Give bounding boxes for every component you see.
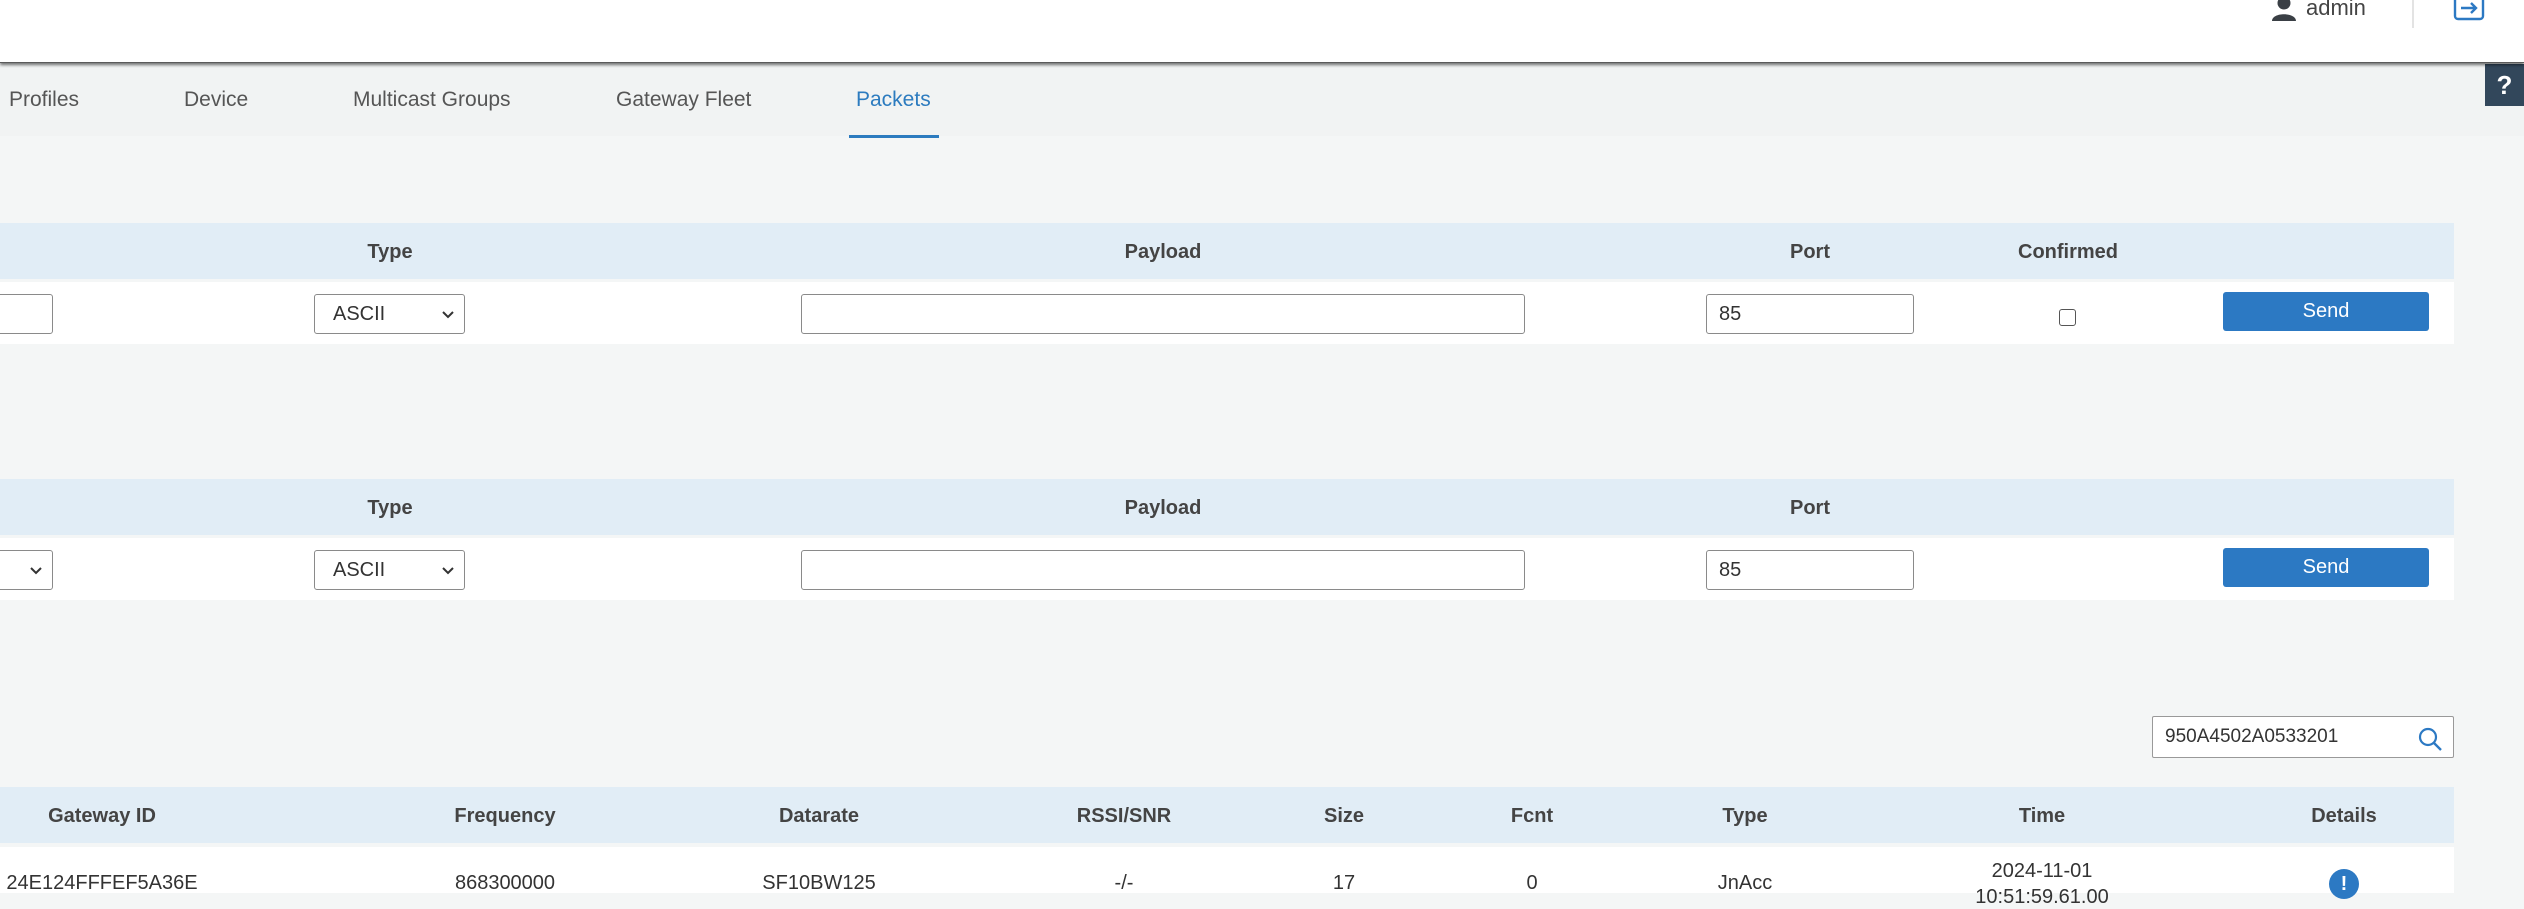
top-header: admin — [0, 0, 2524, 63]
tab-device[interactable]: Device — [184, 88, 248, 112]
form1-type-value: ASCII — [333, 303, 386, 325]
cell-datarate: SF10BW125 — [762, 872, 876, 894]
form2-input-row: ASCII 85 Send — [0, 538, 2454, 600]
help-button[interactable]: ? — [2485, 64, 2524, 106]
tab-gateway-fleet[interactable]: Gateway Fleet — [616, 88, 751, 112]
header-divider — [2412, 0, 2414, 28]
form2-port-input[interactable]: 85 — [1706, 550, 1914, 590]
form2-type-select[interactable]: ASCII — [314, 550, 465, 590]
form1-confirmed-checkbox[interactable] — [2059, 309, 2076, 326]
logout-icon — [2453, 0, 2485, 21]
form2-send-button[interactable]: Send — [2223, 548, 2429, 587]
form1-payload-header: Payload — [1124, 241, 1202, 263]
form1-send-button[interactable]: Send — [2223, 292, 2429, 331]
cell-time-date: 2024-11-01 — [1991, 860, 2093, 882]
form1-payload-input[interactable] — [801, 294, 1525, 334]
form2-port-header: Port — [1790, 497, 1830, 519]
form1-type-header: Type — [367, 241, 413, 263]
username: admin — [2306, 0, 2366, 20]
form1-header-row: Type Payload Port Confirmed — [0, 223, 2454, 279]
form2-type-value: ASCII — [333, 559, 386, 581]
form2-payload-input[interactable] — [801, 550, 1525, 590]
col-details: Details — [2311, 805, 2377, 827]
form1-port-input[interactable]: 85 — [1706, 294, 1914, 334]
user-menu[interactable]: admin — [2270, 0, 2366, 22]
user-icon — [2272, 0, 2296, 21]
help-icon: ? — [2496, 69, 2513, 100]
tab-profiles[interactable]: Profiles — [9, 88, 79, 112]
chevron-down-icon — [442, 567, 454, 575]
tab-multicast-groups[interactable]: Multicast Groups — [353, 88, 511, 112]
col-size: Size — [1323, 805, 1365, 827]
form1-port-header: Port — [1790, 241, 1830, 263]
col-type: Type — [1722, 805, 1768, 827]
cell-type: JnAcc — [1717, 872, 1773, 894]
col-fcnt: Fcnt — [1510, 805, 1554, 827]
details-info-icon[interactable]: ! — [2329, 869, 2359, 899]
chevron-down-icon — [30, 567, 42, 575]
search-icon[interactable] — [2417, 726, 2443, 752]
active-tab-indicator — [849, 135, 939, 138]
logout-button[interactable] — [2452, 0, 2486, 29]
packets-table-header: Gateway ID Frequency Datarate RSSI/SNR S… — [0, 787, 2454, 843]
cell-rssi-snr: -/- — [1114, 872, 1134, 894]
form2-group-select[interactable] — [0, 550, 53, 590]
chevron-down-icon — [442, 311, 454, 319]
form2-type-header: Type — [367, 497, 413, 519]
nav-tabs: Profiles Device Multicast Groups Gateway… — [0, 64, 2524, 138]
search-input[interactable]: 950A4502A0533201 — [2165, 726, 2338, 748]
form2-payload-header: Payload — [1124, 497, 1202, 519]
cell-fcnt: 0 — [1526, 872, 1538, 894]
form2-header-row: Type Payload Port — [0, 479, 2454, 535]
col-datarate: Datarate — [778, 805, 860, 827]
col-rssi-snr: RSSI/SNR — [1076, 805, 1172, 827]
cell-frequency: 868300000 — [454, 872, 556, 894]
col-time: Time — [2018, 805, 2066, 827]
form1-confirmed-header: Confirmed — [2018, 241, 2118, 263]
tab-packets[interactable]: Packets — [856, 88, 931, 112]
cell-time-clock: 10:51:59.61.00 — [1975, 886, 2109, 908]
cell-gateway-id: 24E124FFFEF5A36E — [6, 872, 198, 894]
form1-type-select[interactable]: ASCII — [314, 294, 465, 334]
col-frequency: Frequency — [454, 805, 556, 827]
cell-size: 17 — [1332, 872, 1356, 894]
col-gateway-id: Gateway ID — [48, 805, 156, 827]
form1-input-row: ASCII 85 Send — [0, 282, 2454, 344]
packet-search[interactable]: 950A4502A0533201 — [2152, 716, 2454, 758]
form1-fport-input[interactable] — [0, 294, 53, 334]
